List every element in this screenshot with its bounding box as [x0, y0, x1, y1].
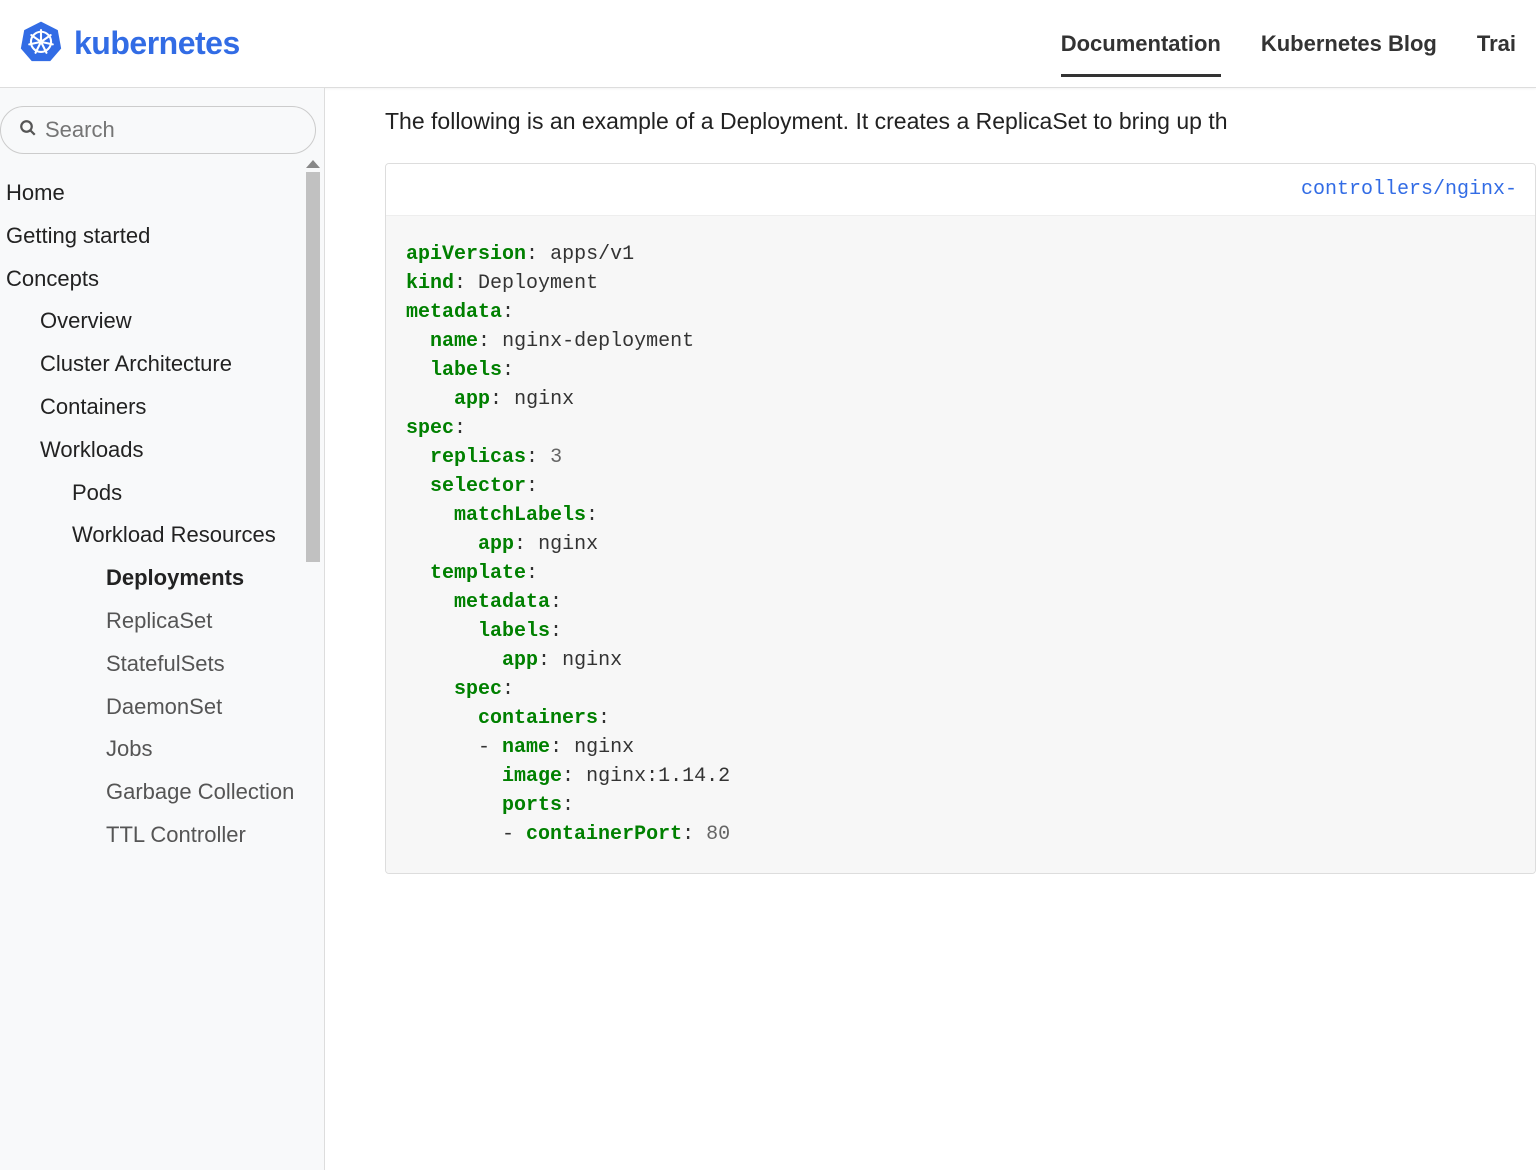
yaml-key: name	[430, 330, 478, 353]
search-box[interactable]	[0, 106, 316, 154]
yaml-dash: -	[502, 823, 514, 846]
scroll-up-icon[interactable]	[306, 160, 320, 168]
yaml-key: matchLabels	[454, 504, 586, 527]
sidebar-item-jobs[interactable]: Jobs	[0, 728, 304, 771]
sidebar-item-deployments[interactable]: Deployments	[0, 557, 304, 600]
yaml-value: nginx-deployment	[502, 330, 694, 353]
brand-logo[interactable]: kubernetes	[20, 20, 240, 67]
yaml-key: app	[478, 533, 514, 556]
yaml-key: template	[430, 562, 526, 585]
yaml-value: 3	[550, 446, 562, 469]
yaml-value: 80	[706, 823, 730, 846]
yaml-key: app	[454, 388, 490, 411]
nav-tree: Home Getting started Concepts Overview C…	[0, 172, 324, 857]
yaml-key: containers	[478, 707, 598, 730]
yaml-dash: -	[478, 736, 490, 759]
yaml-key: image	[502, 765, 562, 788]
yaml-key: metadata	[454, 591, 550, 614]
yaml-value: nginx	[574, 736, 634, 759]
yaml-key: metadata	[406, 301, 502, 324]
yaml-key: kind	[406, 272, 454, 295]
yaml-code-block: apiVersion: apps/v1 kind: Deployment met…	[386, 216, 1535, 873]
main-content: The following is an example of a Deploym…	[325, 88, 1536, 1170]
yaml-key: labels	[478, 620, 550, 643]
kubernetes-logo-icon	[20, 20, 62, 67]
yaml-key: replicas	[430, 446, 526, 469]
sidebar-item-statefulsets[interactable]: StatefulSets	[0, 643, 304, 686]
nav-blog[interactable]: Kubernetes Blog	[1261, 0, 1437, 87]
yaml-value: Deployment	[478, 272, 598, 295]
yaml-key: spec	[406, 417, 454, 440]
sidebar: Home Getting started Concepts Overview C…	[0, 88, 325, 1170]
nav-training[interactable]: Trai	[1477, 0, 1516, 87]
sidebar-item-workloads[interactable]: Workloads	[0, 429, 304, 472]
code-card: controllers/nginx- apiVersion: apps/v1 k…	[385, 163, 1536, 874]
yaml-key: spec	[454, 678, 502, 701]
yaml-key: labels	[430, 359, 502, 382]
yaml-value: nginx	[538, 533, 598, 556]
yaml-key: apiVersion	[406, 243, 526, 266]
yaml-key: ports	[502, 794, 562, 817]
sidebar-item-cluster-architecture[interactable]: Cluster Architecture	[0, 343, 304, 386]
sidebar-item-getting-started[interactable]: Getting started	[0, 215, 304, 258]
yaml-value: nginx:1.14.2	[586, 765, 730, 788]
code-file-link[interactable]: controllers/nginx-	[386, 164, 1535, 216]
yaml-key: name	[502, 736, 550, 759]
sidebar-item-home[interactable]: Home	[0, 172, 304, 215]
brand-name: kubernetes	[74, 25, 240, 62]
yaml-value: nginx	[562, 649, 622, 672]
sidebar-item-pods[interactable]: Pods	[0, 472, 304, 515]
header: kubernetes Documentation Kubernetes Blog…	[0, 0, 1536, 88]
search-icon	[19, 119, 37, 142]
top-nav: Documentation Kubernetes Blog Trai	[1061, 0, 1516, 87]
sidebar-item-replicaset[interactable]: ReplicaSet	[0, 600, 304, 643]
sidebar-item-ttl-controller[interactable]: TTL Controller	[0, 814, 304, 857]
sidebar-item-containers[interactable]: Containers	[0, 386, 304, 429]
nav-documentation[interactable]: Documentation	[1061, 0, 1221, 87]
yaml-key: containerPort	[526, 823, 682, 846]
scrollbar-thumb[interactable]	[306, 172, 320, 562]
sidebar-item-garbage-collection[interactable]: Garbage Collection	[0, 771, 304, 814]
yaml-value: nginx	[514, 388, 574, 411]
sidebar-item-concepts[interactable]: Concepts	[0, 258, 304, 301]
intro-paragraph: The following is an example of a Deploym…	[385, 108, 1536, 135]
sidebar-item-workload-resources[interactable]: Workload Resources	[0, 514, 304, 557]
yaml-key: app	[502, 649, 538, 672]
sidebar-item-overview[interactable]: Overview	[0, 300, 304, 343]
sidebar-item-daemonset[interactable]: DaemonSet	[0, 686, 304, 729]
yaml-key: selector	[430, 475, 526, 498]
search-input[interactable]	[45, 117, 297, 143]
yaml-value: apps/v1	[550, 243, 634, 266]
